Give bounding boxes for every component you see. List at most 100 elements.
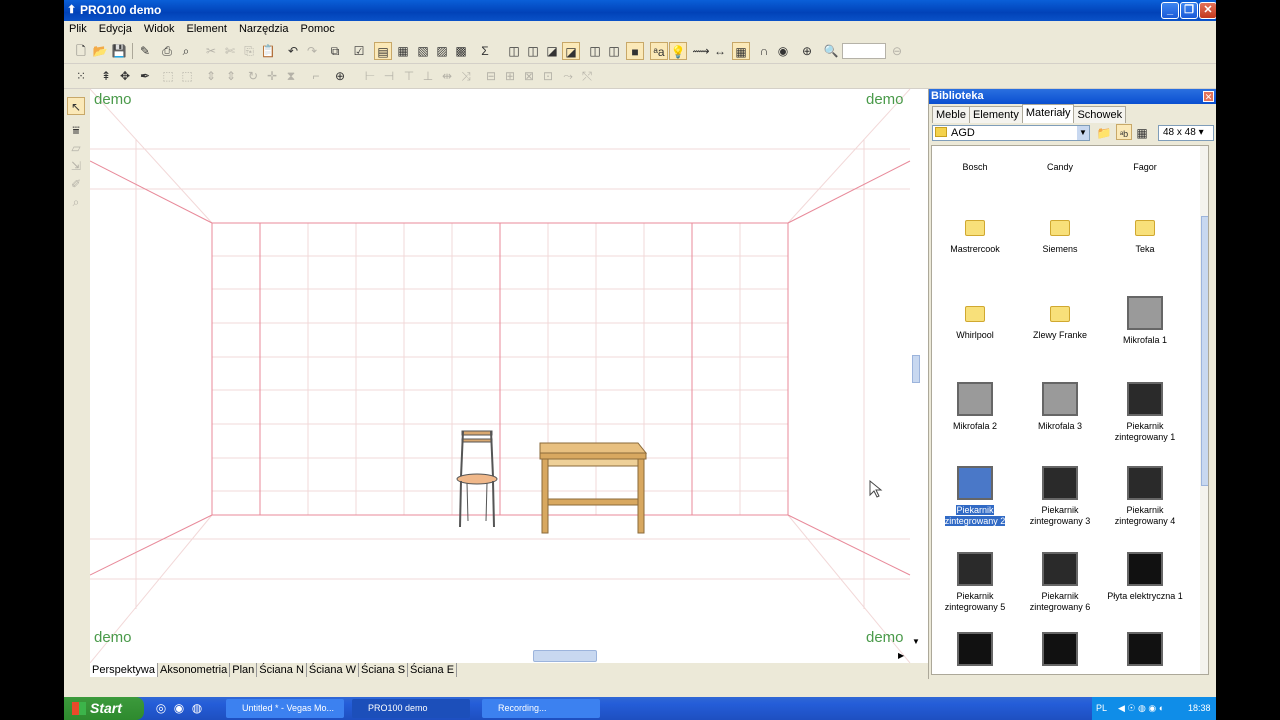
library-item[interactable]: Płyta elektryczna 1 bbox=[1103, 552, 1187, 602]
scissors-icon[interactable]: ✄ bbox=[221, 42, 239, 60]
move-3d-icon[interactable]: ✥ bbox=[116, 67, 134, 85]
close-button[interactable]: ✕ bbox=[1199, 2, 1216, 19]
pointer-icon[interactable]: ↖ bbox=[67, 97, 85, 115]
library-scroll-thumb[interactable] bbox=[1201, 216, 1208, 486]
distribute-h-icon[interactable]: ⇹ bbox=[438, 67, 456, 85]
tab-meble[interactable]: Meble bbox=[932, 106, 970, 123]
task-vegas[interactable]: Untitled * - Vegas Mo... bbox=[226, 699, 344, 718]
layers-icon[interactable]: ⧉ bbox=[326, 42, 344, 60]
folder-select[interactable]: AGD ▼ bbox=[932, 125, 1090, 141]
3d-viewport[interactable]: demo demo demo demo ▼ ▶ bbox=[90, 89, 988, 663]
zoom-out-icon[interactable]: ⊖ bbox=[888, 42, 906, 60]
library-item[interactable]: Siemens bbox=[1018, 210, 1102, 255]
undo-icon[interactable]: ↶ bbox=[284, 42, 302, 60]
vertical-scroll-thumb[interactable] bbox=[912, 355, 920, 383]
tab-materialy[interactable]: Materiały bbox=[1021, 104, 1075, 123]
start-button[interactable]: Start bbox=[64, 697, 144, 720]
tab-sciana-e[interactable]: Ściana E bbox=[408, 663, 458, 677]
menu-widok[interactable]: Widok bbox=[140, 21, 179, 37]
measure-icon[interactable]: ⟿ bbox=[692, 42, 710, 60]
folder-up-icon[interactable]: 📁 bbox=[1096, 124, 1112, 140]
magnet-icon[interactable]: ∩ bbox=[755, 42, 773, 60]
language-indicator[interactable]: PL bbox=[1096, 697, 1107, 720]
tab-schowek[interactable]: Schowek bbox=[1073, 106, 1127, 123]
paste-icon[interactable]: 📋 bbox=[259, 42, 277, 60]
rotate-icon[interactable]: ↻ bbox=[244, 67, 262, 85]
task-recording[interactable]: Recording... bbox=[482, 699, 600, 718]
save-icon[interactable]: 💾 bbox=[110, 42, 128, 60]
library-item[interactable]: Zlewy Franke bbox=[1018, 296, 1102, 341]
zoom-combo[interactable] bbox=[842, 43, 886, 59]
align-top-icon[interactable]: ⊤ bbox=[400, 67, 418, 85]
view-mode-2-icon[interactable]: ▦ bbox=[394, 42, 412, 60]
library-item[interactable]: Whirlpool bbox=[933, 296, 1017, 341]
open-folder-icon[interactable]: 📂 bbox=[91, 42, 109, 60]
library-scrollbar[interactable] bbox=[1200, 146, 1208, 674]
library-item[interactable]: Mikrofala 3 bbox=[1018, 382, 1102, 432]
print-icon[interactable]: ⎙ bbox=[158, 42, 176, 60]
align-bottom-icon[interactable]: ⊥ bbox=[419, 67, 437, 85]
scroll-right-arrow[interactable]: ▶ bbox=[898, 651, 904, 660]
tab-plan[interactable]: Plan bbox=[230, 663, 258, 677]
edit-tool-icon[interactable]: ✐ bbox=[67, 175, 85, 193]
quicklaunch-chrome-icon[interactable]: ◍ bbox=[188, 699, 206, 717]
wall-tool-icon[interactable]: ⩸ bbox=[67, 121, 85, 139]
library-item[interactable]: Mikrofala 2 bbox=[933, 382, 1017, 432]
library-item[interactable]: Mikrofala 1 bbox=[1103, 296, 1187, 346]
dimension-icon[interactable]: ↔ bbox=[711, 42, 729, 60]
library-item[interactable]: Piekarnik zintegrowany 3 bbox=[1018, 466, 1102, 527]
cube-wire-2-icon[interactable]: ◫ bbox=[524, 42, 542, 60]
corner-icon[interactable]: ⌐ bbox=[307, 67, 325, 85]
align-right-icon[interactable]: ⊣ bbox=[380, 67, 398, 85]
sum-icon[interactable]: Σ bbox=[476, 42, 494, 60]
target-icon[interactable]: ◉ bbox=[774, 42, 792, 60]
view-mode-3-icon[interactable]: ▧ bbox=[414, 42, 432, 60]
library-item[interactable]: Piekarnik zintegrowany 2 bbox=[933, 466, 1017, 527]
scroll-down-arrow[interactable]: ▼ bbox=[912, 637, 920, 646]
library-close-button[interactable]: ✕ bbox=[1203, 91, 1214, 102]
view-mode-4-icon[interactable]: ▨ bbox=[433, 42, 451, 60]
tab-sciana-w[interactable]: Ściana W bbox=[307, 663, 359, 677]
grid-view-icon[interactable]: ▦ bbox=[1134, 124, 1150, 140]
checklist-icon[interactable]: ☑ bbox=[350, 42, 368, 60]
menu-element[interactable]: Element bbox=[183, 21, 231, 37]
tab-elementy[interactable]: Elementy bbox=[968, 106, 1023, 123]
tab-perspektywa[interactable]: Perspektywa bbox=[90, 663, 158, 677]
library-item[interactable] bbox=[933, 632, 1017, 671]
library-item[interactable]: Piekarnik zintegrowany 5 bbox=[933, 552, 1017, 613]
library-item[interactable] bbox=[1018, 632, 1102, 671]
menu-narzedzia[interactable]: Narzędzia bbox=[235, 21, 293, 37]
new-file-icon[interactable]: 🗋 bbox=[72, 42, 90, 60]
stack-4-icon[interactable]: ⊡ bbox=[539, 67, 557, 85]
library-item[interactable]: Piekarnik zintegrowany 4 bbox=[1103, 466, 1187, 527]
resize-tool-icon[interactable]: ⇲ bbox=[67, 157, 85, 175]
center-target-icon[interactable]: ⊕ bbox=[331, 67, 349, 85]
snap-icon[interactable]: ⊕ bbox=[798, 42, 816, 60]
copy-icon[interactable]: ⎘ bbox=[240, 42, 258, 60]
view-mode-1-icon[interactable]: ▤ bbox=[374, 42, 392, 60]
move-icon[interactable]: ✛ bbox=[263, 67, 281, 85]
task-pro100[interactable]: PRO100 demo bbox=[352, 699, 470, 718]
cube-teal-icon[interactable]: ■ bbox=[626, 42, 644, 60]
cube-solid-1-icon[interactable]: ◪ bbox=[543, 42, 561, 60]
zoom-icon[interactable]: 🔍 bbox=[822, 42, 840, 60]
tab-aksonometria[interactable]: Aksonometria bbox=[158, 663, 231, 677]
library-item[interactable]: Piekarnik zintegrowany 6 bbox=[1018, 552, 1102, 613]
cube-wire-3-icon[interactable]: ◫ bbox=[586, 42, 604, 60]
stack-6-icon[interactable]: ⤲ bbox=[578, 67, 596, 85]
sort-icon[interactable]: ᵃb bbox=[1116, 124, 1132, 140]
align-left-icon[interactable]: ⊢ bbox=[361, 67, 379, 85]
properties-icon[interactable]: ✎ bbox=[136, 42, 154, 60]
align-2-icon[interactable]: ⇕ bbox=[222, 67, 240, 85]
grid-icon[interactable]: ▦ bbox=[732, 42, 750, 60]
cube-wire-4-icon[interactable]: ◫ bbox=[605, 42, 623, 60]
library-item[interactable]: Candy bbox=[1018, 162, 1102, 173]
distribute-v-icon[interactable]: ⤨ bbox=[457, 67, 475, 85]
rectangle-tool-icon[interactable]: ▱ bbox=[67, 139, 85, 157]
redo-icon[interactable]: ↷ bbox=[303, 42, 321, 60]
maximize-button[interactable]: ❐ bbox=[1180, 2, 1198, 19]
tab-sciana-s[interactable]: Ściana S bbox=[359, 663, 409, 677]
chevron-down-icon[interactable]: ▼ bbox=[1077, 126, 1089, 140]
menu-edycja[interactable]: Edycja bbox=[95, 21, 136, 37]
cube-wire-1-icon[interactable]: ◫ bbox=[505, 42, 523, 60]
